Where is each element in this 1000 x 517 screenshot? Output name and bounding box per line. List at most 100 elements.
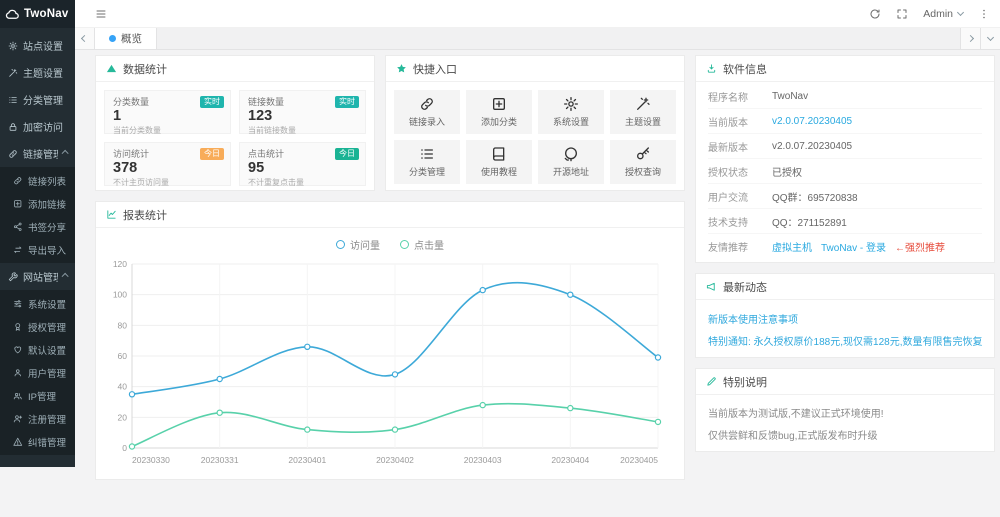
info-text: v2.0.07.20230405 xyxy=(772,141,852,152)
stat-subtitle: 当前链接数量 xyxy=(248,125,357,136)
sidebar-subitem-icon xyxy=(13,322,23,332)
stat-value: 123 xyxy=(248,108,357,125)
svg-text:20: 20 xyxy=(118,412,128,422)
sidebar-item-theme-settings[interactable]: 主题设置 xyxy=(0,59,75,86)
legend-marker-circle xyxy=(336,240,345,249)
legend-label: 点击量 xyxy=(414,237,444,252)
info-row-value: QQ群：695720838 xyxy=(772,189,858,204)
sidebar-item-export-import[interactable]: 导出导入 xyxy=(0,238,75,261)
sidebar: TwoNav 站点设置主题设置分类管理加密访问链接管理链接列表添加链接书签分享导… xyxy=(0,0,75,467)
stat-card-link-count: 链接数量123当前链接数量实时 xyxy=(239,90,366,134)
note-panel-title: 特别说明 xyxy=(723,374,767,390)
info-link[interactable]: TwoNav - 登录 xyxy=(821,239,886,254)
svg-text:20230404: 20230404 xyxy=(551,455,589,465)
sidebar-toggle-icon[interactable] xyxy=(95,8,107,20)
sidebar-menu: 站点设置主题设置分类管理加密访问链接管理链接列表添加链接书签分享导出导入网站管理… xyxy=(0,28,75,467)
sidebar-item-link-manage[interactable]: 链接管理 xyxy=(0,140,75,167)
info-link[interactable]: v2.0.07.20230405 xyxy=(772,116,852,127)
info-row-current-version: 当前版本v2.0.07.20230405 xyxy=(708,109,982,134)
sidebar-subitem-icon xyxy=(13,345,23,355)
svg-text:20230402: 20230402 xyxy=(376,455,414,465)
sidebar-item-license-manage[interactable]: 授权管理 xyxy=(0,315,75,338)
refresh-icon[interactable] xyxy=(869,8,881,20)
sidebar-item-user-manage[interactable]: 用户管理 xyxy=(0,361,75,384)
sidebar-item-bookmark-share[interactable]: 书签分享 xyxy=(0,215,75,238)
sidebar-item-label: 书签分享 xyxy=(28,220,66,234)
sidebar-item-label: 导出导入 xyxy=(28,243,66,257)
quick-entry-label: 开源地址 xyxy=(553,165,589,178)
quick-entry-theme-settings[interactable]: 主题设置 xyxy=(610,90,676,134)
quick-entry-label: 链接录入 xyxy=(409,115,445,128)
legend-item[interactable]: 点击量 xyxy=(400,237,444,252)
sidebar-item-website-manage[interactable]: 网站管理 xyxy=(0,263,75,290)
quick-entry-label: 主题设置 xyxy=(625,115,661,128)
sidebar-item-site-settings[interactable]: 站点设置 xyxy=(0,32,75,59)
chevron-down-icon xyxy=(987,34,994,41)
report-panel-title: 报表统计 xyxy=(123,207,167,223)
sidebar-item-label: 用户管理 xyxy=(28,366,66,380)
stats-panel-title: 数据统计 xyxy=(123,61,167,77)
info-row-value: 虚拟主机TwoNav - 登录←强烈推荐 xyxy=(772,239,945,254)
sidebar-item-label: 分类管理 xyxy=(23,92,63,107)
quick-entry-tutorial[interactable]: 使用教程 xyxy=(466,140,532,184)
legend-marker-circle xyxy=(400,240,409,249)
user-menu[interactable]: Admin xyxy=(923,8,963,20)
sidebar-subitem-icon xyxy=(13,222,23,232)
sidebar-item-encrypted-access[interactable]: 加密访问 xyxy=(0,113,75,140)
sidebar-item-system-settings[interactable]: 系统设置 xyxy=(0,292,75,315)
legend-item[interactable]: 访问量 xyxy=(336,237,380,252)
info-row-value: QQ：271152891 xyxy=(772,214,847,229)
sidebar-item-ip-manage[interactable]: IP管理 xyxy=(0,384,75,407)
quick-entry-system-settings[interactable]: 系统设置 xyxy=(538,90,604,134)
note-panel: 特别说明 当前版本为测试版,不建议正式环境使用!仅供尝鲜和反馈bug,正式版发布… xyxy=(695,368,995,452)
sidebar-item-register-manage[interactable]: 注册管理 xyxy=(0,407,75,430)
quick-entry-icon xyxy=(563,96,579,112)
sidebar-item-label: 主题设置 xyxy=(23,65,63,80)
quick-entry-license-query[interactable]: 授权查询 xyxy=(610,140,676,184)
svg-text:20230403: 20230403 xyxy=(464,455,502,465)
sidebar-subitem-icon xyxy=(13,176,23,186)
news-panel-header: 最新动态 xyxy=(696,274,994,300)
sidebar-item-error-manage[interactable]: 纠错管理 xyxy=(0,430,75,453)
info-text: 已授权 xyxy=(772,164,802,179)
more-menu-icon[interactable] xyxy=(978,8,990,20)
tab-scroll-left[interactable] xyxy=(75,28,95,49)
sidebar-item-label: 注册管理 xyxy=(28,412,66,426)
stat-card-click-count: 点击统计95不计重复点击量今日 xyxy=(239,142,366,186)
quick-entry-category-manage[interactable]: 分类管理 xyxy=(394,140,460,184)
sidebar-item-link-list[interactable]: 链接列表 xyxy=(0,169,75,192)
sidebar-item-category-manage[interactable]: 分类管理 xyxy=(0,86,75,113)
chevron-right-icon xyxy=(967,35,974,42)
stat-value: 1 xyxy=(113,108,222,125)
quick-entry-add-category[interactable]: 添加分类 xyxy=(466,90,532,134)
quick-entry-icon xyxy=(635,96,651,112)
sidebar-item-default-settings[interactable]: 默认设置 xyxy=(0,338,75,361)
sidebar-item-icon xyxy=(7,95,18,105)
fullscreen-icon[interactable] xyxy=(896,8,908,20)
sidebar-item-add-link[interactable]: 添加链接 xyxy=(0,192,75,215)
main-area: Admin 概览 数据统计 xyxy=(75,0,1000,517)
stat-subtitle: 当前分类数量 xyxy=(113,125,222,136)
news-link-2[interactable]: 特别通知: 永久授权原价188元,现仅需128元,数量有限售完恢复原价! xyxy=(708,333,982,348)
tab-menu-toggle[interactable] xyxy=(980,28,1000,49)
svg-text:20230330: 20230330 xyxy=(132,455,170,465)
status-badge: 今日 xyxy=(335,148,359,160)
news-link-1[interactable]: 新版本使用注意事项 xyxy=(708,311,982,326)
chevron-up-icon xyxy=(62,273,69,280)
note-panel-header: 特别说明 xyxy=(696,369,994,395)
quick-panel-title: 快捷入口 xyxy=(413,61,457,77)
quick-entry-link-entry[interactable]: 链接录入 xyxy=(394,90,460,134)
legend-label: 访问量 xyxy=(350,237,380,252)
logo[interactable]: TwoNav xyxy=(0,0,75,28)
info-row-recommend: 友情推荐虚拟主机TwoNav - 登录←强烈推荐 xyxy=(708,234,982,258)
quick-entry-icon xyxy=(491,96,507,112)
stats-panel: 数据统计 分类数量1当前分类数量实时链接数量123当前链接数量实时访问统计378… xyxy=(95,55,375,191)
quick-entry-opensource[interactable]: 开源地址 xyxy=(538,140,604,184)
info-link[interactable]: 虚拟主机 xyxy=(772,239,812,254)
tab-overview[interactable]: 概览 xyxy=(95,28,157,49)
quick-entry-icon xyxy=(491,146,507,162)
tab-scroll-right[interactable] xyxy=(960,28,980,49)
sidebar-subitem-icon xyxy=(13,414,23,424)
pencil-icon xyxy=(706,376,717,387)
chevron-left-icon xyxy=(81,35,88,42)
